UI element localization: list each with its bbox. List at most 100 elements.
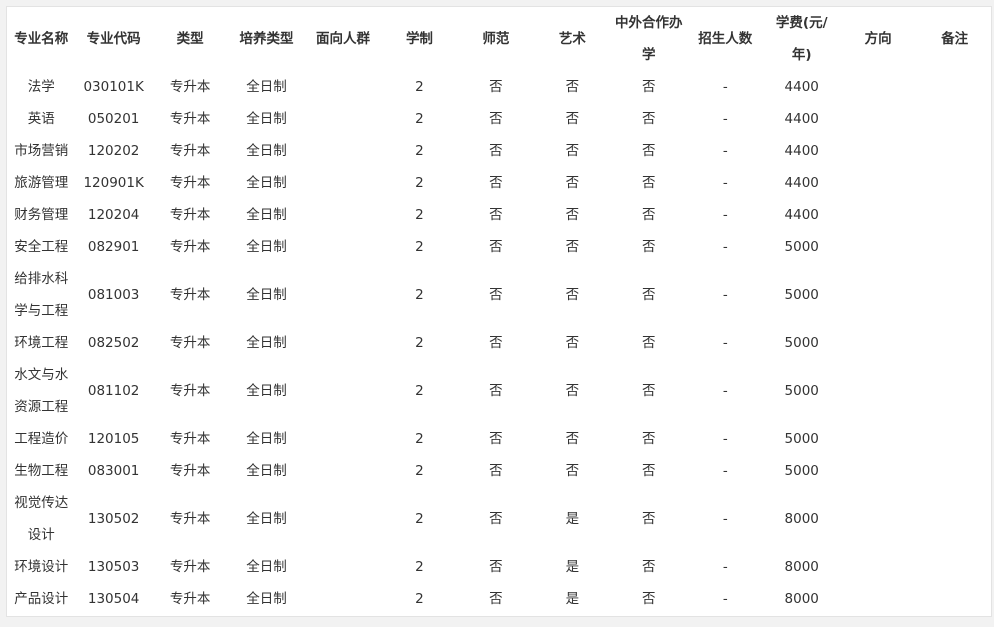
cell-major-code: 082901 xyxy=(87,239,140,255)
cell-normal: 否 xyxy=(489,239,503,255)
cell-training-type: 全日制 xyxy=(246,287,287,303)
cell-audience xyxy=(305,167,381,199)
cell-audience xyxy=(305,583,381,615)
cell-normal: 否 xyxy=(489,383,503,399)
cell-type: 专升本 xyxy=(169,175,211,191)
cell-enrollment: - xyxy=(722,287,728,303)
header-major-code: 专业代码 xyxy=(86,31,141,47)
cell-major-code: 050201 xyxy=(87,111,140,127)
cell-enrollment: - xyxy=(722,175,728,191)
cell-art: 否 xyxy=(565,335,580,351)
cell-normal: 否 xyxy=(489,143,503,159)
cell-type: 专升本 xyxy=(169,591,211,607)
cell-type: 专升本 xyxy=(169,287,211,303)
cell-remark xyxy=(916,199,991,231)
cell-fee: 5000 xyxy=(784,287,819,303)
cell-cooperation: 否 xyxy=(642,175,656,191)
cell-type: 专升本 xyxy=(169,383,211,399)
cell-direction xyxy=(840,583,916,615)
cell-training-type: 全日制 xyxy=(246,383,287,399)
table-row: 生物工程 083001 专升本 全日制 2 否 否 否 - 5000 xyxy=(7,455,991,487)
cell-art: 是 xyxy=(565,511,580,527)
cell-major-code: 082502 xyxy=(87,335,140,351)
cell-direction xyxy=(840,103,916,135)
cell-remark xyxy=(916,583,991,615)
cell-fee: 8000 xyxy=(784,559,819,575)
header-direction: 方向 xyxy=(864,31,892,47)
cell-major-name: 环境设计 xyxy=(14,559,69,575)
cell-type: 专升本 xyxy=(169,79,211,95)
cell-training-type: 全日制 xyxy=(246,511,287,527)
cell-fee: 4400 xyxy=(784,79,819,95)
cell-art: 否 xyxy=(565,239,580,255)
cell-fee: 4400 xyxy=(784,207,819,223)
cell-art: 否 xyxy=(565,383,580,399)
cell-fee: 8000 xyxy=(784,591,819,607)
table-row: 视觉传达设计 130502 专升本 全日制 2 否 是 否 - 8000 xyxy=(7,487,991,551)
major-table-panel: 专业名称 专业代码 类型 培养类型 面向人群 学制 师范 艺术 中外合作办学 招… xyxy=(6,6,992,617)
cell-art: 否 xyxy=(565,431,580,447)
cell-direction xyxy=(840,455,916,487)
cell-audience xyxy=(305,199,381,231)
cell-type: 专升本 xyxy=(169,463,211,479)
cell-audience xyxy=(305,231,381,263)
header-art: 艺术 xyxy=(558,31,586,47)
cell-normal: 否 xyxy=(489,79,503,95)
cell-major-name: 财务管理 xyxy=(14,207,69,223)
table-row: 水文与水资源工程 081102 专升本 全日制 2 否 否 否 - 5000 xyxy=(7,359,991,423)
cell-normal: 否 xyxy=(489,559,503,575)
cell-art: 否 xyxy=(565,175,580,191)
table-row: 旅游管理 120901K 专升本 全日制 2 否 否 否 - 4400 xyxy=(7,167,991,199)
cell-normal: 否 xyxy=(489,335,503,351)
cell-enrollment: - xyxy=(722,559,728,575)
cell-enrollment: - xyxy=(722,79,728,95)
cell-enrollment: - xyxy=(722,591,728,607)
cell-major-code: 130503 xyxy=(87,559,140,575)
cell-cooperation: 否 xyxy=(642,239,656,255)
cell-training-type: 全日制 xyxy=(246,335,287,351)
cell-type: 专升本 xyxy=(169,335,211,351)
table-row: 市场营销 120202 专升本 全日制 2 否 否 否 - 4400 xyxy=(7,135,991,167)
header-years: 学制 xyxy=(405,31,433,47)
cell-direction xyxy=(840,359,916,423)
cell-audience xyxy=(305,327,381,359)
cell-enrollment: - xyxy=(722,463,728,479)
header-remark: 备注 xyxy=(941,31,969,47)
cell-enrollment: - xyxy=(722,431,728,447)
table-row: 给排水科学与工程 081003 专升本 全日制 2 否 否 否 - 5000 xyxy=(7,263,991,327)
cell-training-type: 全日制 xyxy=(246,79,287,95)
cell-years: 2 xyxy=(415,143,424,159)
cell-enrollment: - xyxy=(722,143,728,159)
cell-fee: 5000 xyxy=(784,383,819,399)
cell-major-name: 法学 xyxy=(27,79,55,95)
cell-direction xyxy=(840,135,916,167)
cell-major-name: 安全工程 xyxy=(14,239,69,255)
cell-art: 否 xyxy=(565,143,580,159)
cell-remark xyxy=(916,167,991,199)
cell-years: 2 xyxy=(415,207,424,223)
cell-art: 是 xyxy=(565,559,580,575)
header-audience: 面向人群 xyxy=(315,31,370,47)
cell-normal: 否 xyxy=(489,175,503,191)
cell-major-name: 产品设计 xyxy=(14,591,69,607)
cell-direction xyxy=(840,71,916,103)
cell-type: 专升本 xyxy=(169,431,211,447)
cell-major-code: 030101K xyxy=(83,79,144,95)
cell-major-name: 旅游管理 xyxy=(14,175,69,191)
cell-type: 专升本 xyxy=(169,143,211,159)
cell-major-code: 120202 xyxy=(87,143,140,159)
cell-enrollment: - xyxy=(722,207,728,223)
cell-years: 2 xyxy=(415,431,424,447)
cell-cooperation: 否 xyxy=(642,79,656,95)
cell-major-name: 环境工程 xyxy=(14,335,69,351)
cell-major-name: 给排水科学与工程 xyxy=(14,271,69,319)
cell-remark xyxy=(916,135,991,167)
cell-major-name: 市场营销 xyxy=(14,143,69,159)
cell-major-code: 083001 xyxy=(87,463,140,479)
table-row: 环境工程 082502 专升本 全日制 2 否 否 否 - 5000 xyxy=(7,327,991,359)
cell-enrollment: - xyxy=(722,335,728,351)
cell-major-name: 生物工程 xyxy=(14,463,69,479)
cell-direction xyxy=(840,487,916,551)
cell-years: 2 xyxy=(415,175,424,191)
table-row: 财务管理 120204 专升本 全日制 2 否 否 否 - 4400 xyxy=(7,199,991,231)
